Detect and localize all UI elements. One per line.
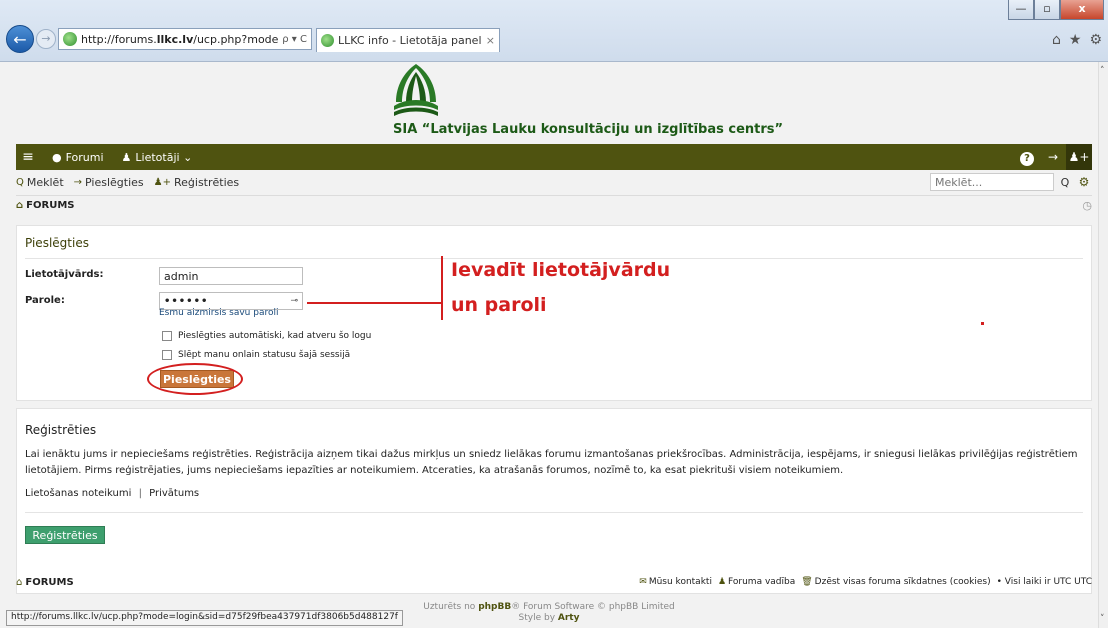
login-icon[interactable]: → bbox=[1040, 144, 1066, 170]
login-panel: Pieslēgties Lietotājvārds: admin Parole:… bbox=[16, 225, 1092, 401]
phpbb-link[interactable]: phpBB bbox=[478, 602, 511, 612]
terms-link[interactable]: Lietošanas noteikumi bbox=[25, 488, 131, 499]
password-mask: •••••• bbox=[164, 295, 209, 307]
annotation-bracket-line bbox=[441, 256, 443, 320]
password-label: Parole: bbox=[25, 295, 65, 306]
register-link-label: Reģistrēties bbox=[174, 175, 240, 189]
help-icon[interactable]: ? bbox=[1014, 144, 1040, 170]
search-link[interactable]: Q Meklēt bbox=[16, 176, 64, 189]
quick-links-bar: Q Meklēt → Pieslēgties ♟+ Reģistrēties Q… bbox=[16, 172, 1092, 192]
forward-button[interactable]: → bbox=[36, 29, 56, 49]
browser-tab[interactable]: LLKC info - Lietotāja paneli... × bbox=[316, 28, 500, 52]
tab-close-icon[interactable]: × bbox=[486, 34, 495, 47]
register-link[interactable]: ♟+ Reģistrēties bbox=[154, 176, 240, 189]
register-title: Reģistrēties bbox=[25, 423, 97, 437]
users-icon: ♟ bbox=[121, 150, 132, 164]
login-link[interactable]: → Pieslēgties bbox=[74, 176, 144, 189]
nav-users-label: Lietotāji ⌄ bbox=[135, 150, 193, 164]
clock-icon: ◷ bbox=[1082, 199, 1092, 212]
advanced-search-gear-icon[interactable]: ⚙ bbox=[1076, 175, 1092, 189]
nav-forums[interactable]: ● Forumi bbox=[46, 151, 110, 164]
username-label: Lietotājvārds: bbox=[25, 269, 104, 280]
footer-forums-link[interactable]: FORUMS bbox=[25, 577, 73, 588]
back-button[interactable]: ← bbox=[6, 25, 34, 53]
nav-users[interactable]: ♟ Lietotāji ⌄ bbox=[116, 151, 199, 164]
search-button[interactable]: Q bbox=[1054, 176, 1076, 189]
forgot-password-link[interactable]: Esmu aizmirsis savu paroli bbox=[159, 308, 279, 318]
login-button-highlight-ring bbox=[147, 363, 243, 395]
web-page: SIA “Latvijas Lauku konsultāciju un izgl… bbox=[0, 62, 1098, 628]
search-input[interactable] bbox=[930, 173, 1054, 191]
hide-online-option[interactable]: Slēpt manu onlain statusu šajā sessijā bbox=[162, 350, 350, 360]
address-tools[interactable]: ρ ▾ C bbox=[282, 34, 307, 45]
annotation-dot bbox=[981, 322, 984, 325]
breadcrumb-forums-link[interactable]: FORUMS bbox=[26, 200, 74, 211]
username-field[interactable]: admin bbox=[159, 267, 303, 285]
annotation-text-line2: un paroli bbox=[451, 294, 547, 316]
footer-home-icon: ⌂ bbox=[16, 576, 23, 588]
browser-settings-gear-icon[interactable]: ⚙ bbox=[1089, 32, 1102, 48]
organization-name: SIA “Latvijas Lauku konsultāciju un izgl… bbox=[393, 122, 784, 137]
footer-nav: ⌂ FORUMS ✉ Mūsu kontakti ♟ Foruma vadība… bbox=[16, 572, 1092, 592]
register-divider bbox=[25, 512, 1083, 513]
delete-cookies-link[interactable]: 🗑 Dzēst visas foruma sīkdatnes (cookies) bbox=[801, 577, 990, 587]
privacy-link[interactable]: Privātums bbox=[149, 488, 199, 499]
hide-online-label: Slēpt manu onlain statusu šajā sessijā bbox=[178, 350, 351, 360]
annotation-connector-line bbox=[307, 302, 441, 304]
search-link-label: Meklēt bbox=[26, 175, 64, 189]
register-info-text: Lai ienāktu jums ir nepieciešams reģistr… bbox=[25, 449, 1078, 476]
scroll-down-icon[interactable]: ˅ bbox=[1100, 614, 1105, 624]
login-link-label: Pieslēgties bbox=[85, 175, 144, 189]
search-icon: Q bbox=[16, 176, 24, 188]
address-bar[interactable]: http://forums.llkc.lv/ucp.php?mode=login… bbox=[58, 28, 312, 50]
team-link[interactable]: ♟ Foruma vadība bbox=[718, 577, 795, 587]
team-label: Foruma vadība bbox=[728, 577, 796, 587]
close-window-button[interactable]: x bbox=[1060, 0, 1104, 20]
nav-forums-label: Forumi bbox=[65, 150, 104, 164]
home-icon[interactable]: ⌂ bbox=[1052, 32, 1061, 48]
style-author-link[interactable]: Arty bbox=[558, 613, 580, 623]
llkc-logo-icon bbox=[394, 64, 438, 116]
team-icon: ♟ bbox=[717, 577, 727, 587]
page-scrollbar[interactable]: ˄ ˅ bbox=[1098, 62, 1108, 628]
timezone-info: • Visi laiki ir UTC UTC bbox=[996, 577, 1092, 587]
register-button[interactable]: Reģistrēties bbox=[25, 526, 105, 544]
address-url: http://forums.llkc.lv/ucp.php?mode=login bbox=[81, 32, 279, 46]
remember-me-checkbox[interactable] bbox=[162, 331, 172, 341]
site-banner: SIA “Latvijas Lauku konsultāciju un izgl… bbox=[0, 62, 1098, 144]
favorites-star-icon[interactable]: ★ bbox=[1069, 32, 1082, 48]
trash-icon: 🗑 bbox=[801, 577, 813, 587]
tab-title: LLKC info - Lietotāja paneli... bbox=[338, 34, 482, 47]
breadcrumb: ⌂ FORUMS ◷ bbox=[16, 195, 1092, 215]
register-links: Lietošanas noteikumi | Privātums bbox=[25, 488, 199, 499]
remember-me-label: Pieslēgties automātiski, kad atveru šo l… bbox=[178, 331, 372, 341]
main-navbar: ≡ ● Forumi ♟ Lietotāji ⌄ ? → ♟+ bbox=[16, 144, 1092, 170]
browser-chrome: — ▫ x ← → http://forums.llkc.lv/ucp.php?… bbox=[0, 0, 1108, 62]
remember-me-option[interactable]: Pieslēgties automātiski, kad atveru šo l… bbox=[162, 331, 371, 341]
contact-link[interactable]: ✉ Mūsu kontakti bbox=[639, 577, 712, 587]
tab-favicon-icon bbox=[321, 34, 334, 47]
register-user-icon[interactable]: ♟+ bbox=[1066, 144, 1092, 170]
minimize-button[interactable]: — bbox=[1008, 0, 1034, 20]
register-panel: Reģistrēties Lai ienāktu jums ir nepieci… bbox=[16, 408, 1092, 594]
contact-label: Mūsu kontakti bbox=[648, 577, 712, 587]
site-favicon-icon bbox=[63, 32, 77, 46]
delete-cookies-label: Dzēst visas foruma sīkdatnes (cookies) bbox=[814, 577, 991, 587]
annotation-text-line1: Ievadīt lietotājvārdu bbox=[451, 259, 671, 281]
hide-online-checkbox[interactable] bbox=[162, 350, 172, 360]
login-title: Pieslēgties bbox=[25, 236, 89, 250]
add-user-icon: ♟+ bbox=[153, 176, 171, 188]
home-icon: ⌂ bbox=[16, 200, 24, 211]
speech-bubble-icon: ● bbox=[52, 150, 62, 164]
link-separator: | bbox=[138, 488, 142, 499]
login-arrow-icon: → bbox=[73, 176, 83, 188]
menu-icon[interactable]: ≡ bbox=[16, 149, 40, 165]
browser-toolbar-icons: ⌂ ★ ⚙ bbox=[1052, 32, 1102, 48]
scroll-up-icon[interactable]: ˄ bbox=[1100, 66, 1105, 76]
reveal-password-icon[interactable]: ⊸ bbox=[290, 296, 298, 306]
maximize-button[interactable]: ▫ bbox=[1034, 0, 1060, 20]
envelope-icon: ✉ bbox=[639, 577, 647, 587]
window-controls: — ▫ x bbox=[1008, 0, 1104, 22]
status-bar-url: http://forums.llkc.lv/ucp.php?mode=login… bbox=[6, 610, 403, 626]
